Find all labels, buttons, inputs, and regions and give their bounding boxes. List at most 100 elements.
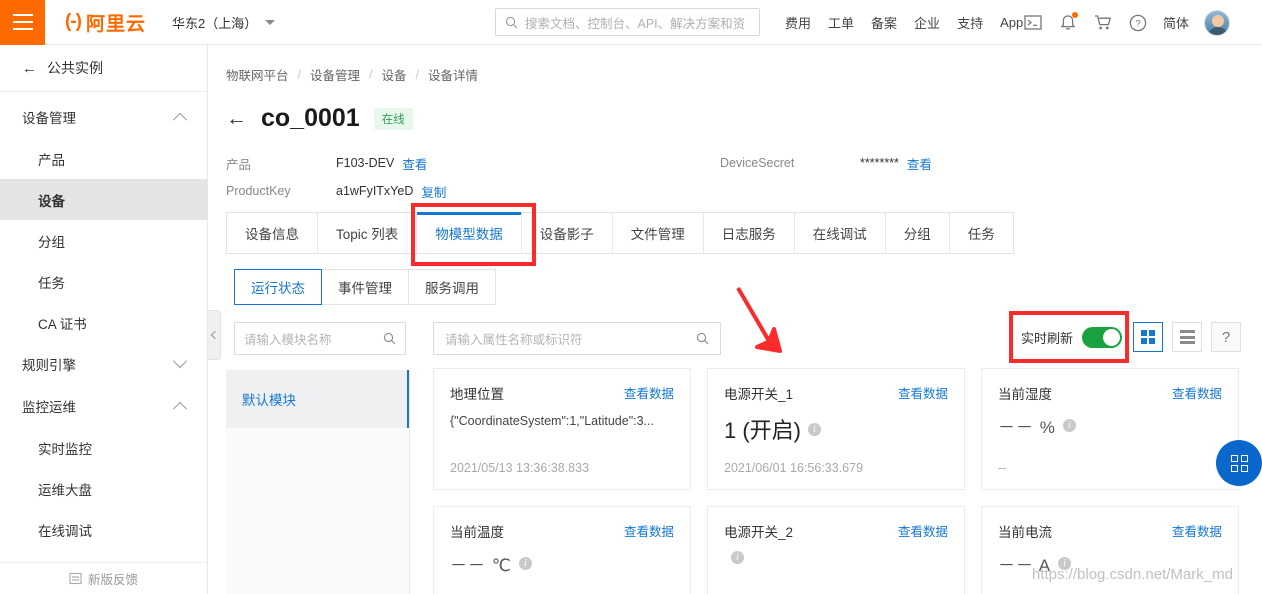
tab-groups[interactable]: 分组 [886, 213, 950, 253]
attribute-search-input[interactable]: 请输入属性名称或标识符 [433, 322, 721, 355]
tab-label: 物模型数据 [435, 227, 503, 242]
breadcrumb-item-iot-platform[interactable]: 物联网平台 [226, 65, 289, 84]
card-header: 当前电流 查看数据 [998, 521, 1222, 541]
tab-thing-model-data[interactable]: 物模型数据 [417, 212, 522, 253]
tab-log-service[interactable]: 日志服务 [704, 213, 795, 253]
devicesecret-view-link[interactable]: 查看 [907, 154, 932, 173]
avatar[interactable] [1204, 9, 1231, 36]
breadcrumb-separator: / [415, 67, 419, 82]
module-list-panel: 默认模块 [226, 370, 410, 594]
property-card-temperature: 当前温度 查看数据 －－ ℃ i [433, 506, 691, 594]
tab-tasks[interactable]: 任务 [950, 213, 1013, 253]
top-nav-links: 费用 工单 备案 企业 支持 App [785, 0, 1023, 45]
top-nav-enterprise[interactable]: 企业 [914, 13, 940, 32]
card-value-row: －－ ℃ i [450, 551, 674, 576]
sidebar-item-devices[interactable]: 设备 [0, 179, 207, 220]
sidebar-item-realtime-monitor[interactable]: 实时监控 [0, 427, 207, 468]
list-view-icon[interactable] [1172, 322, 1203, 352]
region-label: 华东2（上海） [172, 15, 258, 31]
card-title: 电源开关_1 [724, 387, 794, 402]
sidebar-back-label: 公共实例 [47, 60, 103, 76]
top-nav-app[interactable]: App [1000, 15, 1023, 30]
module-item-label: 默认模块 [242, 393, 296, 408]
subtab-event-management[interactable]: 事件管理 [322, 269, 409, 305]
info-icon[interactable]: i [1058, 557, 1072, 570]
info-icon[interactable]: i [1062, 419, 1076, 432]
card-value: －－ % [998, 418, 1056, 437]
breadcrumb-item-device-detail[interactable]: 设备详情 [428, 65, 478, 84]
top-nav-support[interactable]: 支持 [957, 13, 983, 32]
sidebar-item-tasks[interactable]: 任务 [0, 261, 207, 302]
card-view-data-link[interactable]: 查看数据 [1172, 383, 1222, 402]
card-view-data-link[interactable]: 查看数据 [898, 521, 948, 540]
grid-view-icon[interactable] [1133, 322, 1164, 352]
help-question-icon[interactable]: ? [1211, 322, 1242, 352]
sidebar-item-label: 分组 [38, 234, 65, 250]
tab-online-debug[interactable]: 在线调试 [795, 213, 886, 253]
sidebar-item-products[interactable]: 产品 [0, 138, 207, 179]
aliyun-logo-text: 阿里云 [85, 13, 146, 35]
module-item-default[interactable]: 默认模块 [226, 370, 409, 428]
search-icon [383, 332, 396, 345]
productkey-copy-link[interactable]: 复制 [421, 182, 446, 201]
card-view-data-link[interactable]: 查看数据 [624, 383, 674, 402]
meta-value-product: F103-DEV [336, 156, 395, 170]
tab-label: 在线调试 [812, 227, 867, 242]
language-switch[interactable]: 简体 [1163, 13, 1189, 32]
tab-device-shadow[interactable]: 设备影子 [522, 213, 613, 253]
card-title: 当前湿度 [998, 387, 1052, 402]
card-view-data-link[interactable]: 查看数据 [898, 383, 948, 402]
sidebar-item-ops-dashboard[interactable]: 运维大盘 [0, 468, 207, 509]
top-nav-beian[interactable]: 备案 [871, 13, 897, 32]
sidebar-item-label: 任务 [38, 275, 65, 291]
card-view-data-link[interactable]: 查看数据 [624, 521, 674, 540]
chevron-up-icon [172, 401, 188, 416]
top-nav-ticket[interactable]: 工单 [828, 13, 854, 32]
card-value-row: 1 (开启) i [724, 413, 948, 445]
realtime-refresh-toggle[interactable] [1082, 326, 1123, 348]
tab-label: 日志服务 [721, 227, 776, 242]
cart-icon[interactable] [1093, 13, 1113, 33]
sidebar-group-header-monitoring[interactable]: 监控运维 [0, 385, 207, 427]
floating-apps-button[interactable] [1216, 440, 1262, 486]
sidebar-item-online-debug[interactable]: 在线调试 [0, 509, 207, 550]
sidebar-group-device-management: 设备管理 产品 设备 分组 任务 CA 证书 规则引擎 监控运维 实时监控 运维… [0, 92, 207, 550]
sidebar-feedback-button[interactable]: 新版反馈 [0, 562, 207, 594]
subtab-running-status[interactable]: 运行状态 [234, 269, 322, 305]
sidebar-back-public-instance[interactable]: ← 公共实例 [0, 45, 207, 92]
tab-label: Topic 列表 [336, 227, 399, 242]
realtime-refresh-control[interactable]: 实时刷新 [1019, 326, 1124, 348]
global-search-box[interactable]: 搜索文档、控制台、API、解决方案和资 [495, 8, 760, 36]
info-icon[interactable]: i [731, 551, 744, 564]
subtab-service-invoke[interactable]: 服务调用 [409, 269, 496, 305]
breadcrumb-item-device-management[interactable]: 设备管理 [310, 65, 360, 84]
sidebar-group-label: 监控运维 [22, 400, 76, 415]
module-search-input[interactable]: 请输入模块名称 [234, 322, 406, 355]
aliyun-logo[interactable]: (-) 阿里云 [65, 9, 146, 36]
product-view-link[interactable]: 查看 [402, 154, 427, 173]
help-icon[interactable]: ? [1128, 13, 1148, 33]
property-card-power-switch-1: 电源开关_1 查看数据 1 (开启) i 2021/06/01 16:56:33… [707, 368, 965, 490]
bell-icon[interactable] [1058, 11, 1078, 33]
sidebar-group-header-rule-engine[interactable]: 规则引擎 [0, 343, 207, 385]
sidebar-collapse-handle[interactable] [208, 310, 221, 360]
sidebar-item-groups[interactable]: 分组 [0, 220, 207, 261]
sidebar-group-header-device-management[interactable]: 设备管理 [0, 96, 207, 138]
top-nav-fee[interactable]: 费用 [785, 13, 811, 32]
hamburger-icon[interactable] [0, 0, 45, 45]
breadcrumb-item-devices[interactable]: 设备 [382, 65, 407, 84]
info-icon[interactable]: i [808, 422, 822, 436]
page-back-arrow-icon[interactable]: ← [226, 108, 247, 129]
sidebar-item-label: 实时监控 [38, 441, 92, 457]
device-meta: 产品 F103-DEV 查看 ProductKey a1wFyITxYeD 复制… [208, 133, 1262, 205]
tab-device-info[interactable]: 设备信息 [227, 213, 318, 253]
region-selector[interactable]: 华东2（上海） [172, 13, 276, 32]
sidebar-item-ca-certificate[interactable]: CA 证书 [0, 302, 207, 343]
tab-file-management[interactable]: 文件管理 [613, 213, 704, 253]
card-title: 当前温度 [450, 525, 504, 540]
card-view-data-link[interactable]: 查看数据 [1172, 521, 1222, 540]
card-timestamp: 2021/05/13 13:36:38.833 [450, 461, 590, 475]
info-icon[interactable]: i [518, 557, 532, 570]
terminal-icon[interactable] [1023, 13, 1043, 33]
tab-topic-list[interactable]: Topic 列表 [318, 213, 418, 253]
